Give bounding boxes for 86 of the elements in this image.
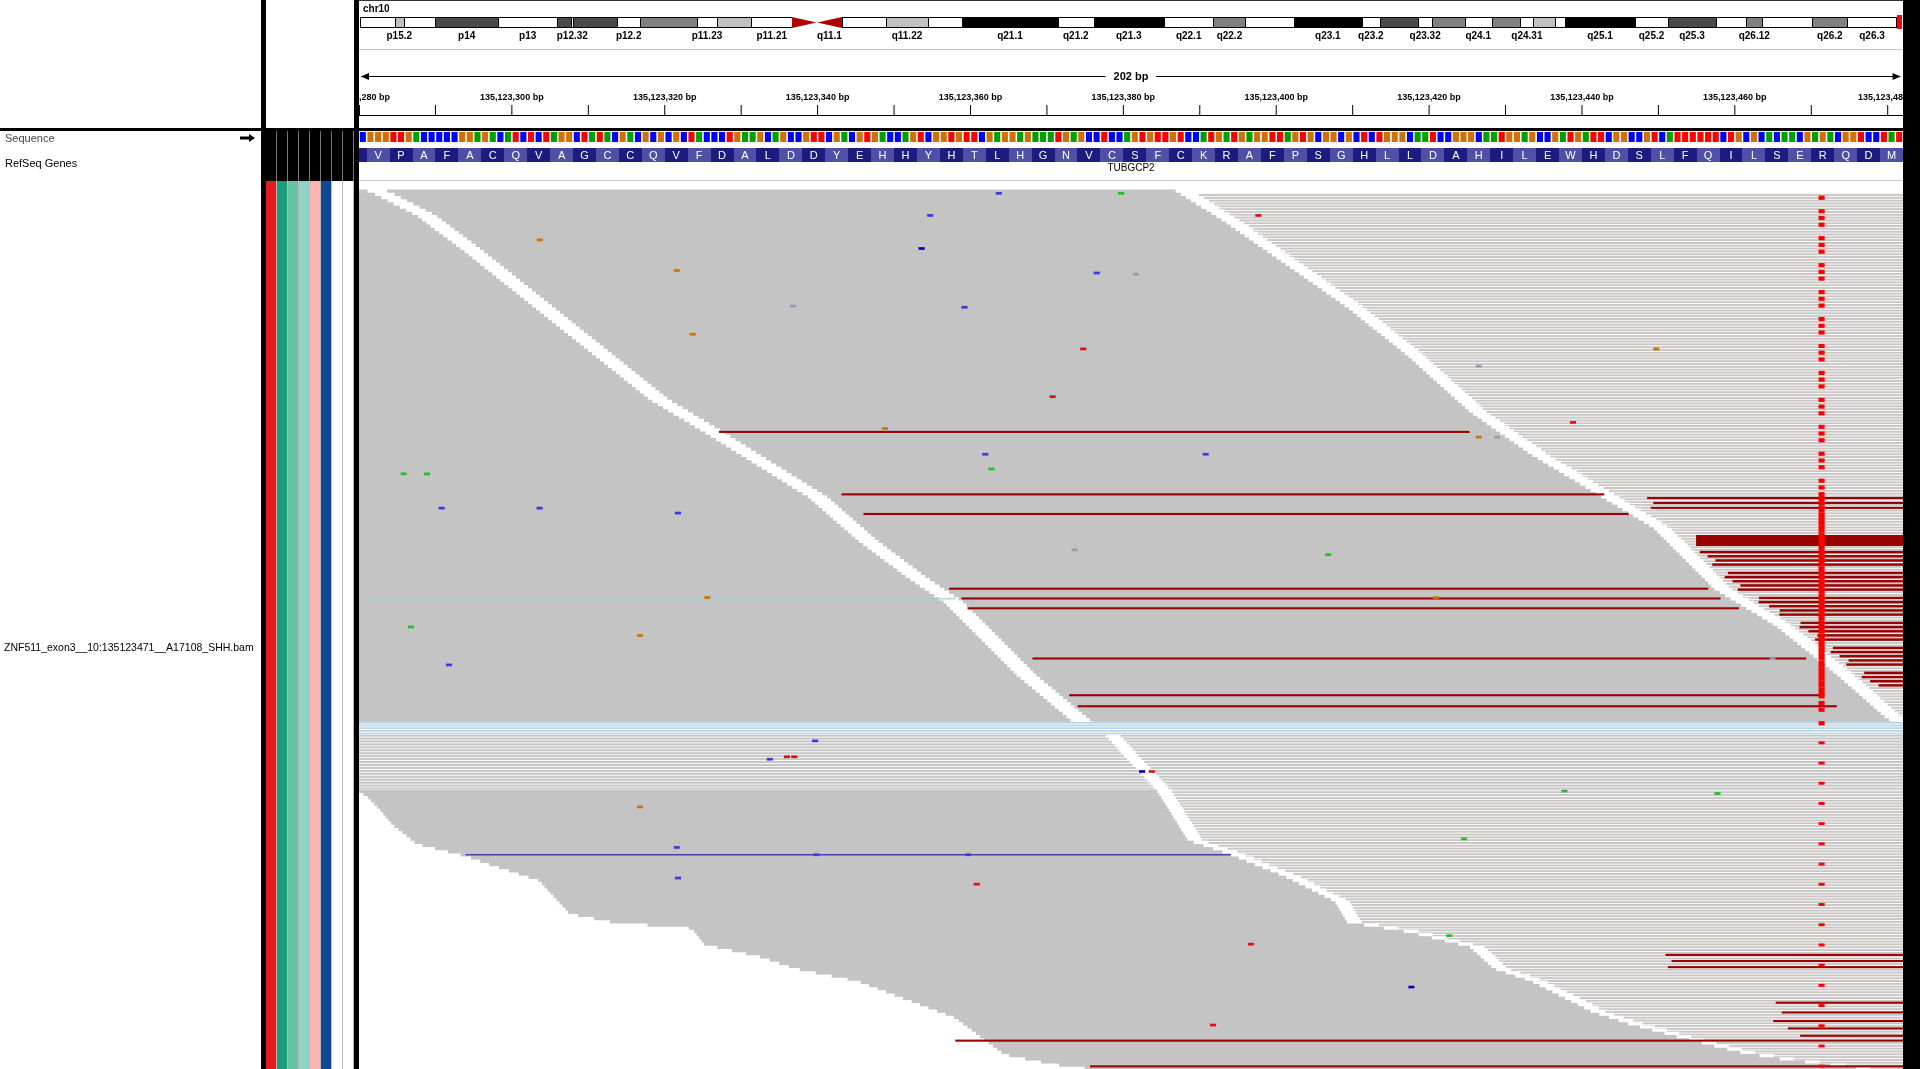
- position-label: 135,123,300 bp: [480, 92, 544, 102]
- amino-acid: Q: [504, 148, 528, 162]
- band-label: q24.1: [1465, 30, 1491, 41]
- band-label: q25.3: [1679, 30, 1705, 41]
- amino-acid: Y: [825, 148, 849, 162]
- position-label: 135,123,48: [1857, 92, 1903, 102]
- amino-acid: Q: [641, 148, 665, 162]
- amino-acid: C: [595, 148, 619, 162]
- track-name: RefSeq Genes: [5, 156, 78, 170]
- band-label: p12.2: [615, 30, 642, 41]
- amino-acid: Q: [1834, 148, 1858, 162]
- amino-acid: H: [1467, 148, 1491, 162]
- amino-acid: P: [1283, 148, 1307, 162]
- band-label: q21.2: [1063, 30, 1089, 41]
- band-label: q21.1: [997, 30, 1023, 41]
- band-label: q22.1: [1175, 30, 1202, 41]
- centromere-band: [792, 16, 817, 28]
- band-label: q26.3: [1859, 30, 1885, 41]
- amino-acid: L: [1742, 148, 1766, 162]
- position-label: 135,123,420 bp: [1397, 92, 1461, 102]
- gene-name: TUBGCP2: [1107, 162, 1155, 173]
- amino-acid: W: [1559, 148, 1582, 162]
- position-label: 135,123,320 bp: [632, 92, 697, 102]
- position-label: 135,123,460 bp: [1703, 92, 1767, 102]
- band-label: p11.23: [691, 30, 723, 41]
- amino-acid: K: [1192, 148, 1216, 162]
- band-label: q23.1: [1315, 30, 1341, 41]
- band-label: q25.1: [1587, 30, 1613, 41]
- amino-acid: A: [550, 148, 573, 162]
- band-label: q26.12: [1738, 30, 1770, 41]
- right-arrow-icon[interactable]: [240, 134, 255, 142]
- band-label: p12.32: [556, 30, 588, 41]
- amino-acid: D: [1421, 148, 1445, 162]
- band-label: q21.3: [1116, 30, 1142, 41]
- amino-acid: L: [1375, 148, 1399, 162]
- band-label: p11.21: [756, 30, 788, 41]
- amino-acid: L: [1650, 148, 1674, 162]
- amino-acid: N: [1054, 148, 1078, 162]
- chromosome-band: [842, 16, 886, 28]
- band-label: q24.31: [1511, 30, 1543, 41]
- track-name: ZNF511_exon3__10:135123471__A17108_SHH.bam: [4, 641, 254, 654]
- track-name: Sequence: [5, 131, 55, 145]
- band-label: q25.2: [1638, 30, 1665, 41]
- amino-acid: F: [687, 148, 711, 162]
- chromosome-name: chr10: [362, 2, 390, 15]
- band-label: q23.2: [1358, 30, 1384, 41]
- amino-acid: D: [1604, 148, 1628, 162]
- band-label: q23.32: [1409, 30, 1441, 41]
- chromosome-band: [1812, 16, 1848, 28]
- amino-acid: A: [1238, 148, 1261, 162]
- span-label: 202 bp: [1113, 69, 1149, 83]
- amino-acid: F: [1146, 148, 1170, 162]
- amino-acid: A: [458, 148, 482, 162]
- region-marker-icon: [1896, 15, 1902, 29]
- amino-acid: A: [733, 148, 757, 162]
- chromosome-band: [885, 16, 929, 28]
- amino-acid: Y: [916, 148, 940, 162]
- amino-acid: H: [871, 148, 895, 162]
- centromere-band: [816, 16, 843, 28]
- amino-acid: G: [1329, 148, 1353, 162]
- band-label: p15.2: [386, 30, 413, 41]
- amino-acid: L: [1513, 148, 1537, 162]
- band-label: q26.2: [1817, 30, 1843, 41]
- band-label: q22.2: [1216, 30, 1243, 41]
- amino-acid: A: [412, 148, 436, 162]
- amino-acid: D: [779, 148, 803, 162]
- position-label: 135,123,440 bp: [1550, 92, 1614, 102]
- chromosome-band: [1464, 16, 1492, 28]
- amino-acid: C: [1100, 148, 1124, 162]
- amino-acid: T: [962, 148, 986, 162]
- band-label: p13: [519, 30, 537, 41]
- position-label: 135,123,380 bp: [1091, 92, 1156, 102]
- position-label: ,280 bp: [359, 92, 390, 102]
- position-label: 135,123,360 bp: [938, 92, 1003, 102]
- band-label: q11.22: [891, 30, 923, 41]
- amino-acid: E: [1788, 148, 1812, 162]
- chromosome-band: [751, 16, 793, 28]
- position-label: 135,123,400 bp: [1244, 92, 1308, 102]
- amino-acid: Q: [1696, 148, 1720, 162]
- chromosome-band: [1847, 16, 1897, 28]
- band-label: q11.1: [816, 30, 842, 41]
- amino-acid: M: [1880, 148, 1903, 162]
- amino-acid: V: [366, 148, 390, 162]
- band-label: p14: [458, 30, 476, 41]
- position-label: 135,123,340 bp: [785, 92, 850, 102]
- amino-acid: H: [1008, 148, 1032, 162]
